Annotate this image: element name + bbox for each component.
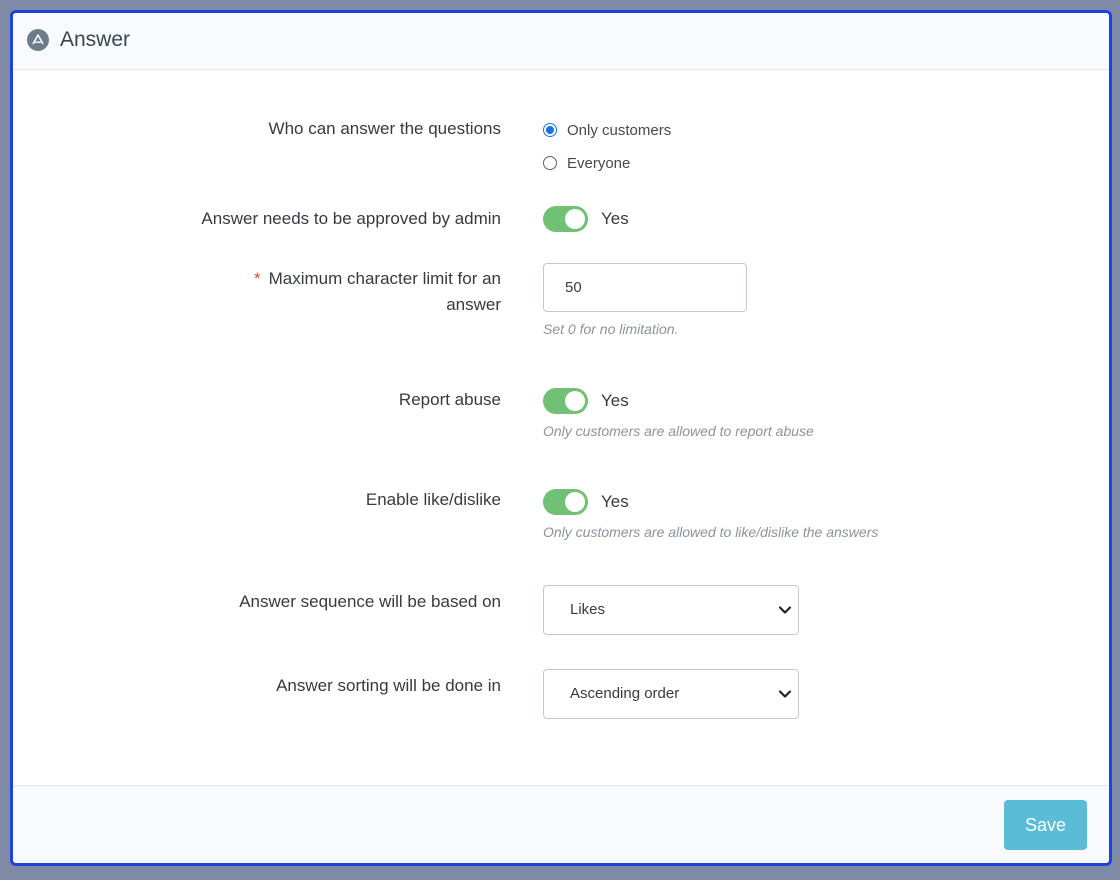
char-limit-input[interactable]: 50 — [543, 263, 747, 312]
char-limit-label-line2: answer — [446, 295, 501, 314]
required-mark: * — [253, 269, 261, 288]
char-limit-label-line1: Maximum character limit for an — [268, 269, 501, 288]
like-dislike-toggle-text: Yes — [601, 492, 629, 511]
toggle-switch[interactable] — [543, 489, 588, 515]
char-limit-help: Set 0 for no limitation. — [543, 321, 679, 337]
toggle-switch[interactable] — [543, 206, 588, 232]
report-abuse-help: Only customers are allowed to report abu… — [543, 423, 814, 439]
toggle-switch[interactable] — [543, 388, 588, 414]
radio-everyone[interactable]: Everyone — [543, 152, 630, 174]
radio-label-only-customers: Only customers — [567, 121, 672, 139]
panel-footer: Save — [13, 785, 1109, 863]
chevron-down-icon — [778, 690, 792, 698]
answer-settings-panel: Answer Who can answer the questions Only… — [10, 10, 1112, 866]
radio-unchecked-icon[interactable] — [543, 156, 557, 170]
chevron-down-icon — [778, 606, 792, 614]
approval-label: Answer needs to be approved by admin — [201, 209, 501, 228]
approval-toggle-text: Yes — [601, 209, 629, 228]
panel-title: Answer — [60, 28, 131, 51]
panel-header: Answer — [13, 13, 1109, 70]
sequence-select-value: Likes — [570, 601, 606, 618]
sorting-select[interactable]: Ascending order — [543, 669, 799, 719]
save-button[interactable]: Save — [1004, 800, 1087, 850]
collapse-icon[interactable] — [27, 29, 49, 51]
like-dislike-toggle[interactable]: Yes — [543, 488, 629, 516]
like-dislike-label: Enable like/dislike — [365, 490, 501, 509]
report-abuse-toggle[interactable]: Yes — [543, 387, 629, 415]
sorting-label: Answer sorting will be done in — [276, 676, 501, 695]
char-limit-label: * Maximum character limit for an answer — [141, 266, 501, 318]
who-can-answer-label: Who can answer the questions — [268, 119, 501, 138]
radio-label-everyone: Everyone — [567, 154, 631, 172]
sequence-select[interactable]: Likes — [543, 585, 799, 635]
report-abuse-toggle-text: Yes — [601, 391, 629, 410]
sorting-select-value: Ascending order — [570, 685, 680, 702]
sequence-label: Answer sequence will be based on — [239, 592, 501, 611]
radio-checked-icon[interactable] — [543, 123, 557, 137]
like-dislike-help: Only customers are allowed to like/disli… — [543, 524, 879, 540]
approval-toggle[interactable]: Yes — [543, 205, 629, 233]
radio-only-customers[interactable]: Only customers — [543, 119, 671, 141]
report-abuse-label: Report abuse — [398, 390, 501, 409]
